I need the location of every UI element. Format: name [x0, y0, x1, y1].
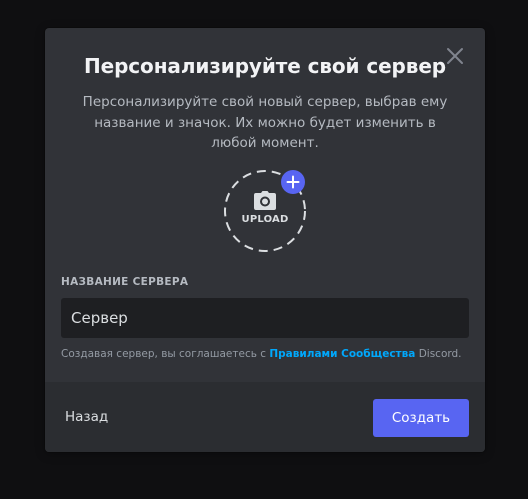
create-server-modal: Персонализируйте свой сервер Персонализи…	[45, 28, 485, 452]
upload-icon-button[interactable]: UPLOAD	[223, 169, 307, 253]
modal-title: Персонализируйте свой сервер	[83, 54, 446, 78]
server-name-input[interactable]	[61, 298, 469, 338]
plus-icon[interactable]	[281, 170, 305, 194]
server-name-label: НАЗВАНИЕ СЕРВЕРА	[61, 276, 189, 288]
terms-prefix: Создавая сервер, вы соглашаетесь с	[61, 348, 270, 360]
terms-suffix: Discord.	[415, 348, 462, 360]
back-button[interactable]: Назад	[65, 409, 108, 425]
community-guidelines-link[interactable]: Правилами Сообщества	[269, 348, 415, 360]
terms-notice: Создавая сервер, вы соглашаетесь с Прави…	[61, 348, 462, 360]
modal-subtitle: Персонализируйте свой новый сервер, выбр…	[82, 94, 448, 151]
upload-label: UPLOAD	[241, 214, 289, 225]
modal-footer: Назад Создать	[45, 382, 485, 452]
create-button[interactable]: Создать	[373, 399, 469, 437]
camera-icon	[254, 191, 276, 210]
